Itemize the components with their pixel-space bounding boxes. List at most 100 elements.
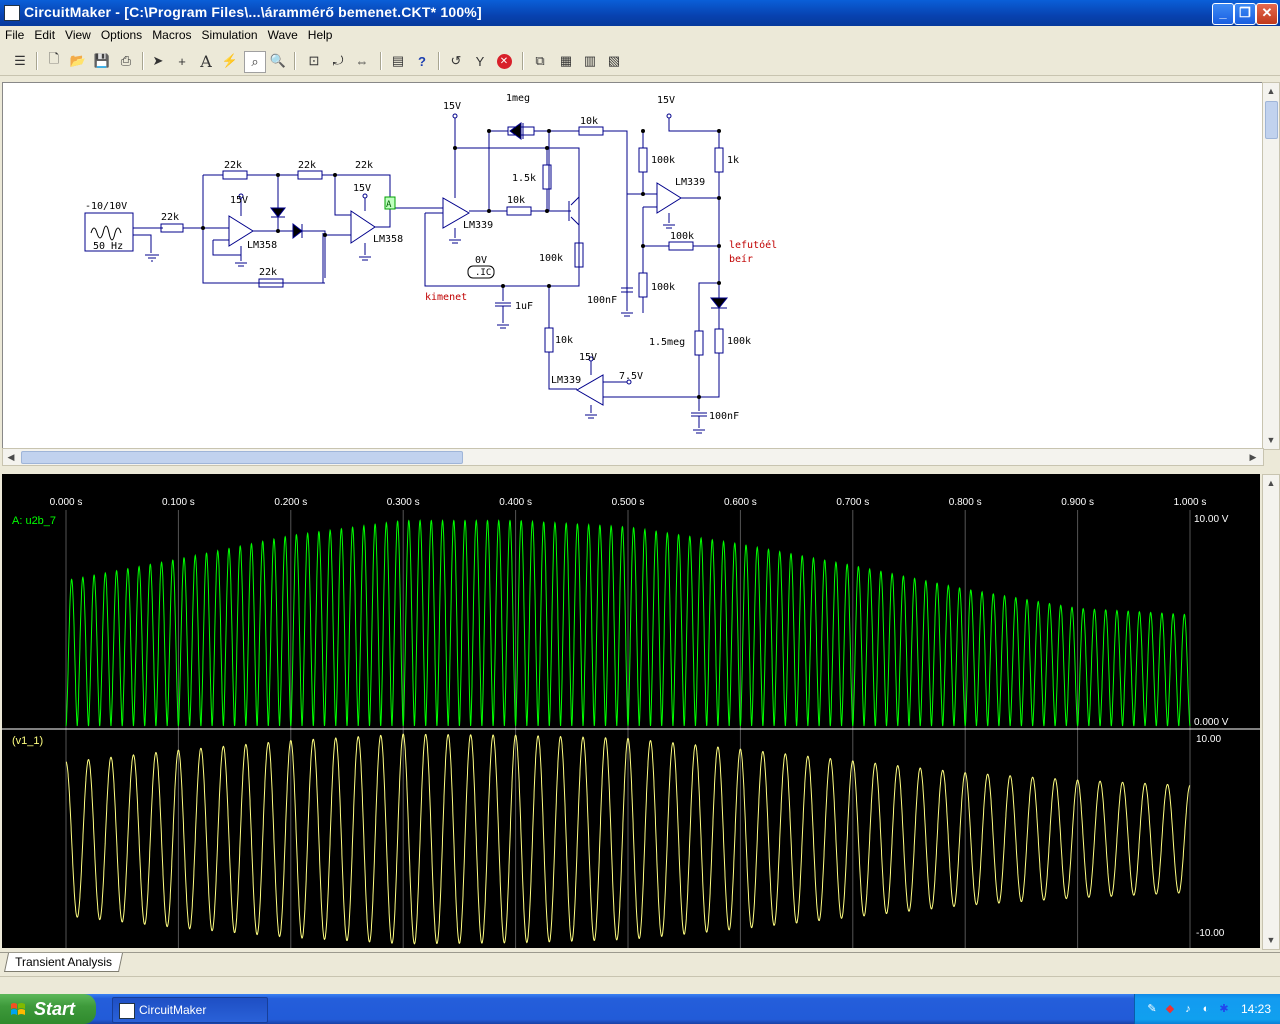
mirror-icon[interactable]: ⇔ (352, 51, 372, 71)
schematic-vertical-scrollbar[interactable]: ▲ ▼ (1262, 82, 1280, 450)
taskbar-item-circuitmaker[interactable]: CircuitMaker (112, 997, 268, 1023)
maximize-button[interactable]: ❐ (1234, 3, 1256, 25)
time-tick-label: 0.600 s (724, 497, 757, 508)
network-icon[interactable]: ✎ (1145, 1002, 1159, 1016)
rotate-icon[interactable]: ⤾ (328, 51, 348, 71)
system-tray: ✎ ◆ ♪ ◐ ✱ 14:23 (1134, 994, 1280, 1024)
time-tick-label: 0.100 s (162, 497, 195, 508)
app-icon (4, 5, 20, 21)
label-r-bottom: 22k (259, 267, 277, 278)
label-src-range: -10/10V (85, 201, 127, 212)
menu-wave[interactable]: Wave (263, 26, 303, 44)
label-v15-b: 15V (353, 183, 371, 194)
trace-b-ymax: 10.00 (1196, 734, 1221, 745)
zoom-fit-icon[interactable]: ⊡ (304, 51, 324, 71)
menu-options[interactable]: Options (96, 26, 147, 44)
time-tick-label: 0.000 s (50, 497, 83, 508)
open-folder-icon[interactable]: 📂 (68, 51, 88, 71)
security-shield-icon[interactable]: ◆ (1163, 1002, 1177, 1016)
label-c-1uf: 1uF (515, 301, 533, 312)
device-browser-icon[interactable]: ☰ (10, 51, 30, 71)
time-tick-label: 0.500 s (612, 497, 645, 508)
step-icon[interactable]: Y (470, 51, 490, 71)
print-icon[interactable]: ⎙ (116, 51, 136, 71)
waveform-vertical-scrollbar[interactable]: ▲ ▼ (1262, 474, 1280, 950)
label-v15-d: 15V (657, 95, 675, 106)
menu-macros[interactable]: Macros (147, 26, 196, 44)
text-tool-icon[interactable]: A (196, 51, 216, 71)
circuit-diagram: -10/10V 50 Hz 22k 22k 22k 22k 22k 15V 15… (84, 93, 777, 434)
time-tick-label: 0.200 s (274, 497, 307, 508)
analysis-setup-icon[interactable]: ▦ (556, 51, 576, 71)
waveform-header (2, 474, 1260, 492)
start-label: Start (34, 999, 76, 1019)
probe-active-icon[interactable]: ⌕ (244, 51, 266, 73)
time-tick-label: 0.900 s (1061, 497, 1094, 508)
arrow-tool-icon[interactable]: ➤ (148, 51, 168, 71)
label-r-100k-d: 100k (651, 282, 675, 293)
close-button[interactable]: ✕ (1256, 3, 1278, 25)
wire-tool-icon[interactable]: + (172, 51, 192, 71)
label-r-100k-a: 100k (539, 253, 563, 264)
label-r-1-5meg: 1.5meg (649, 337, 685, 348)
label-v15-e: 15V (579, 352, 597, 363)
scroll-up-icon[interactable]: ▲ (1264, 84, 1278, 98)
menu-help[interactable]: Help (303, 26, 338, 44)
wave-scroll-up-icon[interactable]: ▲ (1264, 476, 1278, 490)
minimize-button[interactable]: _ (1212, 3, 1234, 25)
zoom-icon[interactable]: 🔍 (268, 51, 288, 71)
time-tick-label: 0.800 s (949, 497, 982, 508)
time-axis: 0.000 s 0.100 s 0.200 s 0.300 s 0.400 s 0.500… (2, 492, 1260, 510)
label-v15-c: 15V (443, 101, 461, 112)
label-r-1k5: 1.5k (512, 173, 536, 184)
new-file-icon[interactable]: 🗋 (44, 51, 64, 71)
scope-icon[interactable]: ▧ (604, 51, 624, 71)
trace-a-ymax: 10.00 V (1194, 514, 1229, 525)
windows-flag-icon (11, 1003, 25, 1015)
scroll-down-icon[interactable]: ▼ (1264, 433, 1278, 447)
label-src-freq: 50 Hz (93, 241, 123, 252)
bluetooth-icon[interactable]: ✱ (1217, 1002, 1231, 1016)
toolbar: ☰ 🗋 📂 💾 ⎙ ➤ + A ⚡ ⌕ 🔍 ⊡ ⤾ ⇔ ▤ ? ↺ Y ✕ ⧉ … (0, 47, 1280, 76)
title-bar: CircuitMaker - [C:\Program Files\...\ára… (0, 0, 1280, 26)
start-button[interactable]: Start (0, 994, 96, 1024)
probe-tool-icon[interactable]: ⚡ (220, 51, 240, 71)
tab-transient-label: Transient Analysis (15, 955, 113, 969)
tab-transient-analysis[interactable]: Transient Analysis (3, 953, 123, 972)
reset-icon[interactable]: ↺ (446, 51, 466, 71)
menu-file[interactable]: File (0, 26, 29, 44)
menu-simulation[interactable]: Simulation (197, 26, 263, 44)
waveform-chart: A: u2b_7 10.00 V 0.000 V (v1_1) 10.00 -1… (2, 510, 1260, 948)
label-r-10k-a: 10k (580, 116, 598, 127)
schematic-canvas[interactable]: -10/10V 50 Hz 22k 22k 22k 22k 22k 15V 15… (2, 82, 1264, 450)
label-r-1k: 1k (727, 155, 739, 166)
menu-edit[interactable]: Edit (29, 26, 60, 44)
display-icon[interactable]: ◐ (1199, 1002, 1213, 1016)
volume-icon[interactable]: ♪ (1181, 1002, 1195, 1016)
schematic-horizontal-scrollbar[interactable]: ◀ ▶ (2, 448, 1264, 466)
label-r-1meg: 1meg (506, 93, 530, 104)
scroll-right-icon[interactable]: ▶ (1246, 450, 1260, 464)
help-icon[interactable]: ? (412, 51, 432, 71)
wave-scroll-down-icon[interactable]: ▼ (1264, 933, 1278, 947)
horizontal-scroll-thumb[interactable] (21, 451, 463, 464)
trace-b-name: (v1_1) (12, 735, 43, 747)
label-r-100k-c: 100k (670, 231, 694, 242)
netlist-icon[interactable]: ▤ (388, 51, 408, 71)
scroll-left-icon[interactable]: ◀ (4, 450, 18, 464)
stop-icon[interactable]: ✕ (494, 51, 514, 71)
vertical-scroll-thumb[interactable] (1265, 101, 1278, 139)
waveform-window-icon[interactable]: ⧉ (530, 51, 550, 71)
status-bar (0, 976, 1280, 995)
analysis-window-icon[interactable]: ▥ (580, 51, 600, 71)
label-v-ref: 7.5V (619, 371, 643, 382)
save-icon[interactable]: 💾 (92, 51, 112, 71)
label-v15-a: 15V (230, 195, 248, 206)
menu-view[interactable]: View (60, 26, 96, 44)
label-net-kimenet: kimenet (425, 292, 467, 303)
time-tick-label: 0.400 s (499, 497, 532, 508)
waveform-plot[interactable]: A: u2b_7 10.00 V 0.000 V (v1_1) 10.00 -1… (2, 510, 1260, 948)
time-tick-label: 1.000 s (1174, 497, 1207, 508)
label-net-lefut-2: beír (729, 253, 753, 265)
label-r-fb-c: 22k (355, 160, 373, 171)
